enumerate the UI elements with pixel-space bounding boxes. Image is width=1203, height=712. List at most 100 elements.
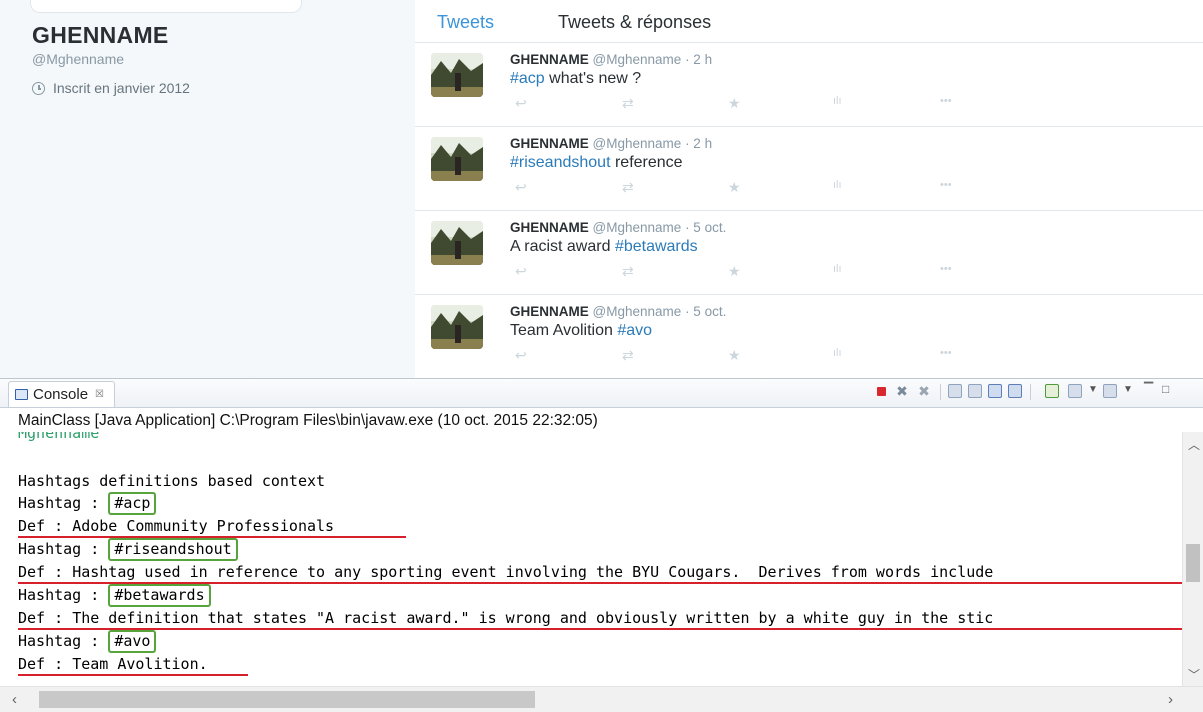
definition-underline <box>18 628 1182 630</box>
definition-text: Adobe Community Professionals <box>72 517 335 535</box>
avatar[interactable] <box>431 53 483 97</box>
tweet-time[interactable]: · 2 h <box>685 52 712 67</box>
twitter-profile-view: GHENNAME @Mghenname Inscrit en janvier 2… <box>0 0 1203 378</box>
more-icon[interactable]: ••• <box>940 347 952 359</box>
retweet-icon[interactable]: ⇄ <box>622 263 634 280</box>
console-output[interactable]: Mghenname Hashtags definitions based con… <box>18 432 1182 682</box>
tweet-author[interactable]: GHENNAME <box>510 136 589 151</box>
reply-icon[interactable]: ↩ <box>515 179 527 196</box>
analytics-icon[interactable]: ılı <box>833 347 842 359</box>
scroll-lock-icon[interactable] <box>968 384 982 398</box>
more-icon[interactable]: ••• <box>940 95 952 107</box>
chevron-down-icon[interactable]: ▼ <box>1123 384 1133 395</box>
scroll-right-icon[interactable]: › <box>1168 691 1173 708</box>
retweet-icon[interactable]: ⇄ <box>622 347 634 364</box>
terminate-icon[interactable] <box>877 387 886 396</box>
pin-console-icon[interactable] <box>1045 384 1059 398</box>
clock-icon <box>32 81 45 95</box>
tweet-handle[interactable]: @Mghenname <box>593 136 682 151</box>
console-icon <box>15 389 28 400</box>
hashtag-prefix: Hashtag : <box>18 632 109 650</box>
tweet-hashtag[interactable]: #riseandshout <box>510 154 611 171</box>
tweet-time[interactable]: · 2 h <box>685 136 712 151</box>
tweet-hashtag[interactable]: #avo <box>617 322 652 339</box>
show-on-stderr-icon[interactable] <box>1008 384 1022 398</box>
tab-tweets[interactable]: Tweets <box>437 12 494 33</box>
tab-tweets-replies[interactable]: Tweets & réponses <box>558 12 711 33</box>
scroll-left-icon[interactable]: ‹ <box>12 691 17 708</box>
remove-launch-icon[interactable]: ✖ <box>895 384 909 398</box>
tweet-handle[interactable]: @Mghenname <box>593 220 682 235</box>
console-hashtag-line: Hashtag : #riseandshout <box>18 538 238 561</box>
show-on-stdout-icon[interactable] <box>988 384 1002 398</box>
analytics-icon[interactable]: ılı <box>833 263 842 275</box>
maximize-icon[interactable]: □ <box>1162 382 1169 396</box>
tweet[interactable]: GHENNAME @Mghenname · 5 oct. A racist aw… <box>415 211 1203 295</box>
console-hashtag-line: Hashtag : #avo <box>18 630 157 653</box>
tweet[interactable]: GHENNAME @Mghenname · 2 h #acp what's ne… <box>415 43 1203 127</box>
retweet-icon[interactable]: ⇄ <box>622 179 634 196</box>
tweet-actions: ↩ ⇄ ★ ılı ••• <box>510 263 990 281</box>
tweet-time[interactable]: · 5 oct. <box>685 304 726 319</box>
toolbar-separator <box>1030 384 1031 400</box>
definition-text: Hashtag used in reference to any sportin… <box>72 563 994 581</box>
open-console-icon[interactable] <box>1103 384 1117 398</box>
definition-text: Team Avolition. <box>72 655 208 673</box>
scroll-down-icon[interactable]: ﹀ <box>1188 666 1200 683</box>
vertical-scrollbar[interactable]: ︿ ﹀ <box>1182 432 1203 686</box>
launch-description: MainClass [Java Application] C:\Program … <box>18 412 598 429</box>
star-icon[interactable]: ★ <box>728 347 741 364</box>
more-icon[interactable]: ••• <box>940 179 952 191</box>
tweet-handle[interactable]: @Mghenname <box>593 52 682 67</box>
avatar[interactable] <box>431 305 483 349</box>
reply-icon[interactable]: ↩ <box>515 95 527 112</box>
tweet-text-before: Team Avolition <box>510 322 618 339</box>
def-prefix: Def : <box>18 655 73 673</box>
display-console-icon[interactable] <box>1068 384 1082 398</box>
definition-text: The definition that states "A racist awa… <box>72 609 994 627</box>
close-icon[interactable]: ☒ <box>95 389 104 400</box>
star-icon[interactable]: ★ <box>728 95 741 112</box>
profile-name: GHENNAME <box>32 22 169 48</box>
reply-icon[interactable]: ↩ <box>515 263 527 280</box>
tweet-author[interactable]: GHENNAME <box>510 220 589 235</box>
tweet-text-after: what's new ? <box>544 70 642 87</box>
tweet[interactable]: GHENNAME @Mghenname · 2 h #riseandshout … <box>415 127 1203 211</box>
tweet-hashtag[interactable]: #acp <box>510 70 545 87</box>
profile-handle[interactable]: @Mghenname <box>32 51 124 67</box>
def-prefix: Def : <box>18 563 73 581</box>
tweet-handle[interactable]: @Mghenname <box>593 304 682 319</box>
console-line-user: Mghenname <box>18 432 100 442</box>
console-hashtag-line: Hashtag : #betawards <box>18 584 211 607</box>
avatar[interactable] <box>431 137 483 181</box>
star-icon[interactable]: ★ <box>728 179 741 196</box>
chevron-down-icon[interactable]: ▼ <box>1088 384 1098 395</box>
analytics-icon[interactable]: ılı <box>833 179 842 191</box>
horizontal-scrollbar[interactable]: ‹ › <box>0 686 1203 712</box>
vertical-scroll-thumb[interactable] <box>1186 544 1200 582</box>
scroll-up-icon[interactable]: ︿ <box>1188 436 1200 453</box>
star-icon[interactable]: ★ <box>728 263 741 280</box>
remove-all-terminated-icon[interactable]: ✖ <box>917 384 931 398</box>
hashtag-highlight: #avo <box>108 630 157 653</box>
clear-console-icon[interactable] <box>948 384 962 398</box>
console-def-line: Def : Adobe Community Professionals <box>18 517 334 535</box>
tweet-hashtag[interactable]: #betawards <box>615 238 698 255</box>
tweet-author[interactable]: GHENNAME <box>510 52 589 67</box>
horizontal-scroll-thumb[interactable] <box>39 691 535 708</box>
more-icon[interactable]: ••• <box>940 263 952 275</box>
avatar[interactable] <box>431 221 483 265</box>
reply-icon[interactable]: ↩ <box>515 347 527 364</box>
profile-card-edge <box>30 0 302 13</box>
retweet-icon[interactable]: ⇄ <box>622 95 634 112</box>
tweet-author[interactable]: GHENNAME <box>510 304 589 319</box>
tweet-time[interactable]: · 5 oct. <box>685 220 726 235</box>
console-tab-label: Console <box>33 386 89 403</box>
tweet-actions: ↩ ⇄ ★ ılı ••• <box>510 179 990 197</box>
hashtag-prefix: Hashtag : <box>18 540 109 558</box>
tweet-text: #riseandshout reference <box>510 154 683 172</box>
analytics-icon[interactable]: ılı <box>833 95 842 107</box>
tweet[interactable]: GHENNAME @Mghenname · 5 oct. Team Avolit… <box>415 295 1203 378</box>
minimize-icon[interactable]: ▔ <box>1144 382 1153 396</box>
tab-console[interactable]: Console ☒ <box>8 381 116 407</box>
